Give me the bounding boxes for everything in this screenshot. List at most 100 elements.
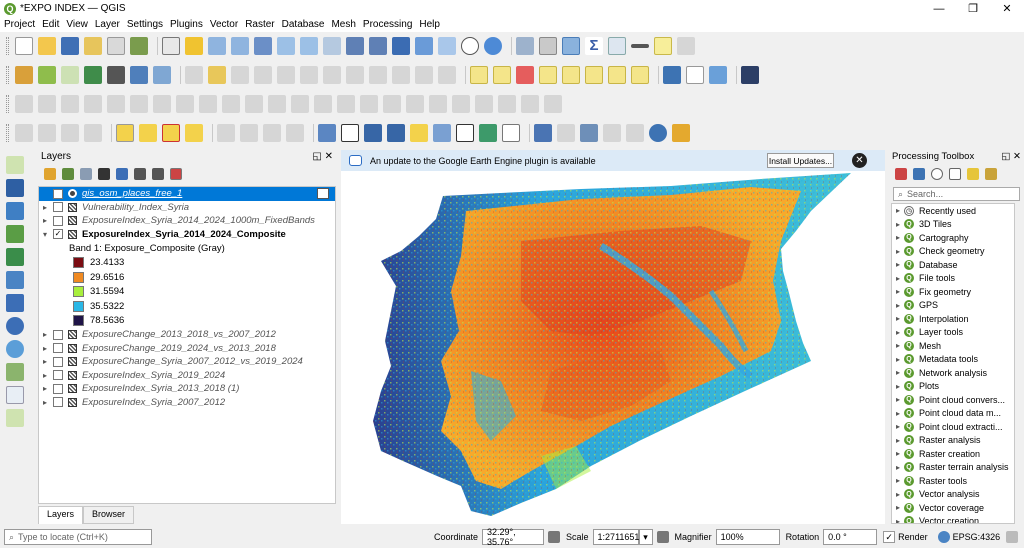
split-features-icon[interactable] (268, 95, 286, 113)
layer-visibility-checkbox[interactable] (53, 397, 63, 408)
toolbox-group[interactable]: ▸ ◷ Recently used (892, 204, 1014, 218)
vertex-editor-icon[interactable] (475, 95, 493, 113)
add-group-icon[interactable] (62, 168, 74, 180)
polygon-digitize-icon[interactable] (84, 124, 102, 142)
plot-icon[interactable] (686, 66, 704, 84)
toolbox-group[interactable]: ▸ Q GPS (892, 299, 1014, 313)
layer-row[interactable]: ▸ ExposureIndex_Syria_2019_2024 (39, 369, 335, 383)
layer-row[interactable]: ▸ ExposureIndex_Syria_2014_2024_1000m_Fix… (39, 214, 335, 228)
results-viewer-icon[interactable] (949, 168, 961, 180)
rotate-feature-icon[interactable] (61, 95, 79, 113)
star-annotation-icon[interactable] (410, 124, 428, 142)
zoom-native-icon[interactable] (323, 37, 341, 55)
settings-wrench-icon[interactable] (672, 124, 690, 142)
scale-field[interactable]: 1:2711651 (592, 529, 639, 545)
offset-curve-icon[interactable] (245, 95, 263, 113)
add-wfs-icon[interactable] (6, 340, 24, 358)
zoom-full-icon[interactable] (254, 37, 272, 55)
add-part-icon[interactable] (130, 95, 148, 113)
shape-digitize-icon[interactable] (15, 124, 33, 142)
toolbox-group[interactable]: ▸ Q Point cloud data m... (892, 407, 1014, 421)
attribute-table-icon[interactable] (539, 37, 557, 55)
install-updates-button[interactable]: Install Updates... (767, 153, 834, 168)
layer-visibility-checkbox[interactable] (53, 188, 63, 199)
layer-row[interactable]: gis_osm_places_free_1 (39, 187, 335, 201)
text-box-icon[interactable] (456, 124, 474, 142)
layer-row[interactable]: ▾ ✓ ExposureIndex_Syria_2014_2024_Composit… (39, 228, 335, 242)
new-vector-icon[interactable] (6, 409, 24, 427)
advanced-digitizing-icon[interactable] (15, 95, 33, 113)
expand-arrow-icon[interactable]: ▸ (892, 368, 904, 377)
filter-legend-icon[interactable] (98, 168, 110, 180)
expand-arrow-icon[interactable]: ▸ (892, 449, 904, 458)
line-annotation-icon[interactable] (387, 124, 405, 142)
expand-arrow-icon[interactable]: ▸ (892, 436, 904, 445)
toolbox-group[interactable]: ▸ Q Metadata tools (892, 353, 1014, 367)
rotate-label-icon[interactable] (608, 66, 626, 84)
data-source-manager-icon[interactable] (15, 66, 33, 84)
show-hide-labels-icon[interactable] (562, 66, 580, 84)
expand-arrow-icon[interactable]: ▸ (39, 216, 51, 225)
layer-row[interactable]: ▸ ExposureChange_2019_2024_vs_2013_2018 (39, 342, 335, 356)
toolbox-group[interactable]: ▸ Q Plots (892, 380, 1014, 394)
menu-processing[interactable]: Processing (363, 19, 412, 30)
toolbox-group[interactable]: ▸ Q Interpolation (892, 312, 1014, 326)
toolbox-group[interactable]: ▸ Q Mesh (892, 339, 1014, 353)
models-icon[interactable] (895, 168, 907, 180)
new-print-layout-icon[interactable] (84, 37, 102, 55)
layer-visibility-checkbox[interactable] (53, 215, 63, 226)
expand-arrow-icon[interactable]: ▸ (892, 260, 904, 269)
toolbox-group[interactable]: ▸ Q Raster analysis (892, 434, 1014, 448)
move-label-icon[interactable] (585, 66, 603, 84)
delete-part-icon[interactable] (199, 95, 217, 113)
select-by-value-icon[interactable] (139, 124, 157, 142)
deselect-icon[interactable] (162, 124, 180, 142)
stream-digitize-icon[interactable] (240, 124, 258, 142)
collapse-all-icon[interactable] (152, 168, 164, 180)
layer-visibility-checkbox[interactable] (53, 356, 63, 367)
toolbox-group[interactable]: ▸ Q File tools (892, 272, 1014, 286)
toolbox-group[interactable]: ▸ Q Fix geometry (892, 285, 1014, 299)
html-annotation-icon[interactable] (479, 124, 497, 142)
spatial-bookmark-icon[interactable] (438, 37, 456, 55)
add-raster-icon[interactable] (153, 66, 171, 84)
restore-button[interactable]: ❐ (956, 0, 990, 17)
menu-edit[interactable]: Edit (42, 19, 59, 30)
toolbar-grip[interactable] (6, 66, 9, 84)
processing-toolbox-gear-icon[interactable] (562, 37, 580, 55)
zoom-last-icon[interactable] (346, 37, 364, 55)
expand-arrow-icon[interactable]: ▸ (892, 206, 904, 215)
current-edits-icon[interactable] (185, 66, 203, 84)
add-wcs-icon[interactable] (6, 363, 24, 381)
python-console-icon[interactable] (663, 66, 681, 84)
zoom-selection-icon[interactable] (277, 37, 295, 55)
paste-features-icon[interactable] (392, 66, 410, 84)
plugin-icon[interactable] (709, 66, 727, 84)
map-canvas[interactable] (341, 171, 885, 524)
toolbox-group[interactable]: ▸ Q Cartography (892, 231, 1014, 245)
save-project-icon[interactable] (61, 37, 79, 55)
transform-icon[interactable] (498, 95, 516, 113)
add-feature-icon[interactable] (254, 66, 272, 84)
coordinate-field[interactable]: 32.29°, 35.76° (482, 527, 545, 547)
expand-arrow-icon[interactable]: ▸ (39, 344, 51, 353)
rectangle-digitize-icon[interactable] (61, 124, 79, 142)
text-annotation-icon[interactable] (318, 124, 336, 142)
highlight-pinned-icon[interactable] (539, 66, 557, 84)
menu-plugins[interactable]: Plugins (170, 19, 203, 30)
expand-arrow-icon[interactable]: ▸ (892, 220, 904, 229)
save-edits-icon[interactable] (231, 66, 249, 84)
new-map-view-icon[interactable] (392, 37, 410, 55)
zoom-in-icon[interactable] (208, 37, 226, 55)
cut-features-icon[interactable] (346, 66, 364, 84)
trim-extend-icon[interactable] (429, 95, 447, 113)
pan-to-selection-icon[interactable] (185, 37, 203, 55)
new-project-icon[interactable] (15, 37, 33, 55)
expand-arrow-icon[interactable]: ▸ (892, 490, 904, 499)
toolbox-group[interactable]: ▸ Q Vector analysis (892, 488, 1014, 502)
digitize-with-segment-icon[interactable] (217, 124, 235, 142)
form-annotation-icon[interactable] (502, 124, 520, 142)
fill-ring-icon[interactable] (153, 95, 171, 113)
split-parts-icon[interactable] (291, 95, 309, 113)
snap-icon[interactable] (544, 95, 562, 113)
